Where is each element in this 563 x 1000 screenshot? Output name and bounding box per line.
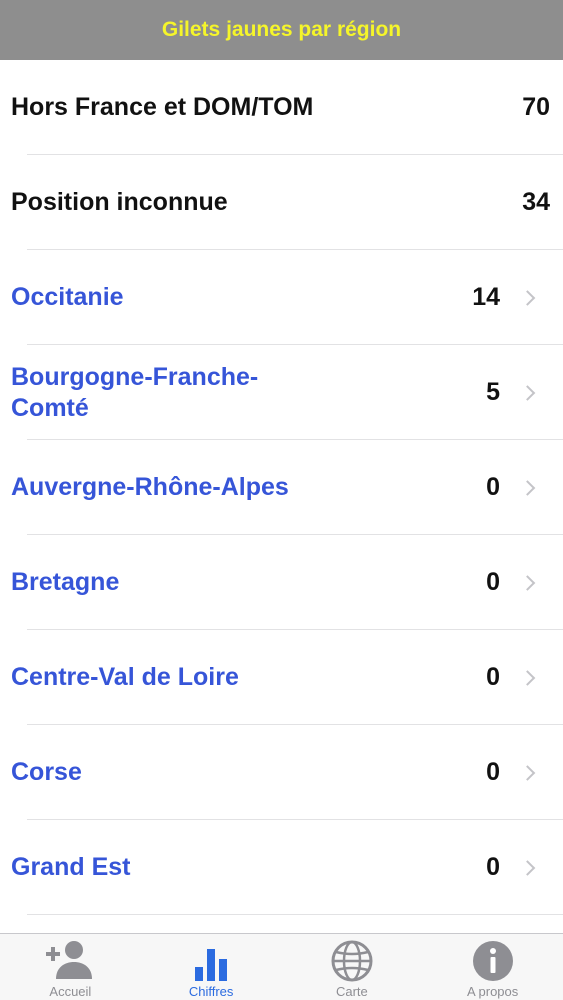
row-label: Occitanie [11, 283, 124, 311]
list-item-grand-est[interactable]: Grand Est 0 [0, 820, 563, 915]
region-list: Hors France et DOM/TOM 70 Position incon… [0, 60, 563, 933]
list-item-centre-val-de-loire[interactable]: Centre-Val de Loire 0 [0, 630, 563, 725]
chevron-right-icon [519, 764, 536, 781]
row-label: Bourgogne-Franche-Comté [11, 362, 259, 422]
list-item-hors-france: Hors France et DOM/TOM 70 [0, 60, 563, 155]
list-item-bourgogne-franche-comte[interactable]: Bourgogne-Franche-Comté 5 [0, 345, 563, 440]
tab-label: Accueil [49, 984, 92, 999]
row-label: Bretagne [11, 568, 120, 596]
tab-label: A propos [466, 984, 519, 999]
row-count: 34 [522, 188, 550, 216]
tab-label: Carte [335, 984, 368, 999]
row-count: 0 [486, 853, 500, 881]
list-item-bretagne[interactable]: Bretagne 0 [0, 535, 563, 630]
chevron-right-icon [519, 574, 536, 591]
tab-a-propos[interactable]: A propos [422, 934, 563, 1000]
chevron-right-icon [519, 859, 536, 876]
chevron-right-icon [519, 479, 536, 496]
row-count: 5 [486, 378, 500, 406]
chevron-right-icon [519, 669, 536, 686]
row-count: 70 [522, 93, 550, 121]
chevron-right-icon [519, 384, 536, 401]
tab-chiffres[interactable]: Chiffres [141, 934, 282, 1000]
row-label: Corse [11, 758, 82, 786]
bar-chart-icon [185, 939, 237, 983]
row-label: Auvergne-Rhône-Alpes [11, 473, 289, 501]
row-label: Hors France et DOM/TOM [11, 93, 314, 121]
row-count: 0 [486, 758, 500, 786]
list-item-corse[interactable]: Corse 0 [0, 725, 563, 820]
list-item-occitanie[interactable]: Occitanie 14 [0, 250, 563, 345]
row-count: 0 [486, 663, 500, 691]
globe-icon [326, 939, 378, 983]
tab-label: Chiffres [188, 984, 234, 999]
navigation-bar: Gilets jaunes par région [0, 0, 563, 60]
row-count: 14 [472, 283, 500, 311]
add-person-icon [44, 939, 96, 983]
info-icon [467, 939, 519, 983]
page-title: Gilets jaunes par région [161, 18, 402, 41]
row-label: Position inconnue [11, 188, 228, 216]
chevron-right-icon [519, 289, 536, 306]
tab-accueil[interactable]: Accueil [0, 934, 141, 1000]
list-item-position-inconnue: Position inconnue 34 [0, 155, 563, 250]
row-label: Centre-Val de Loire [11, 663, 239, 691]
row-label: Grand Est [11, 853, 131, 881]
row-count: 0 [486, 568, 500, 596]
tab-bar: Accueil Chiffres Carte A propos [0, 933, 563, 1000]
row-count: 0 [486, 473, 500, 501]
list-item-auvergne-rhone-alpes[interactable]: Auvergne-Rhône-Alpes 0 [0, 440, 563, 535]
tab-carte[interactable]: Carte [282, 934, 423, 1000]
